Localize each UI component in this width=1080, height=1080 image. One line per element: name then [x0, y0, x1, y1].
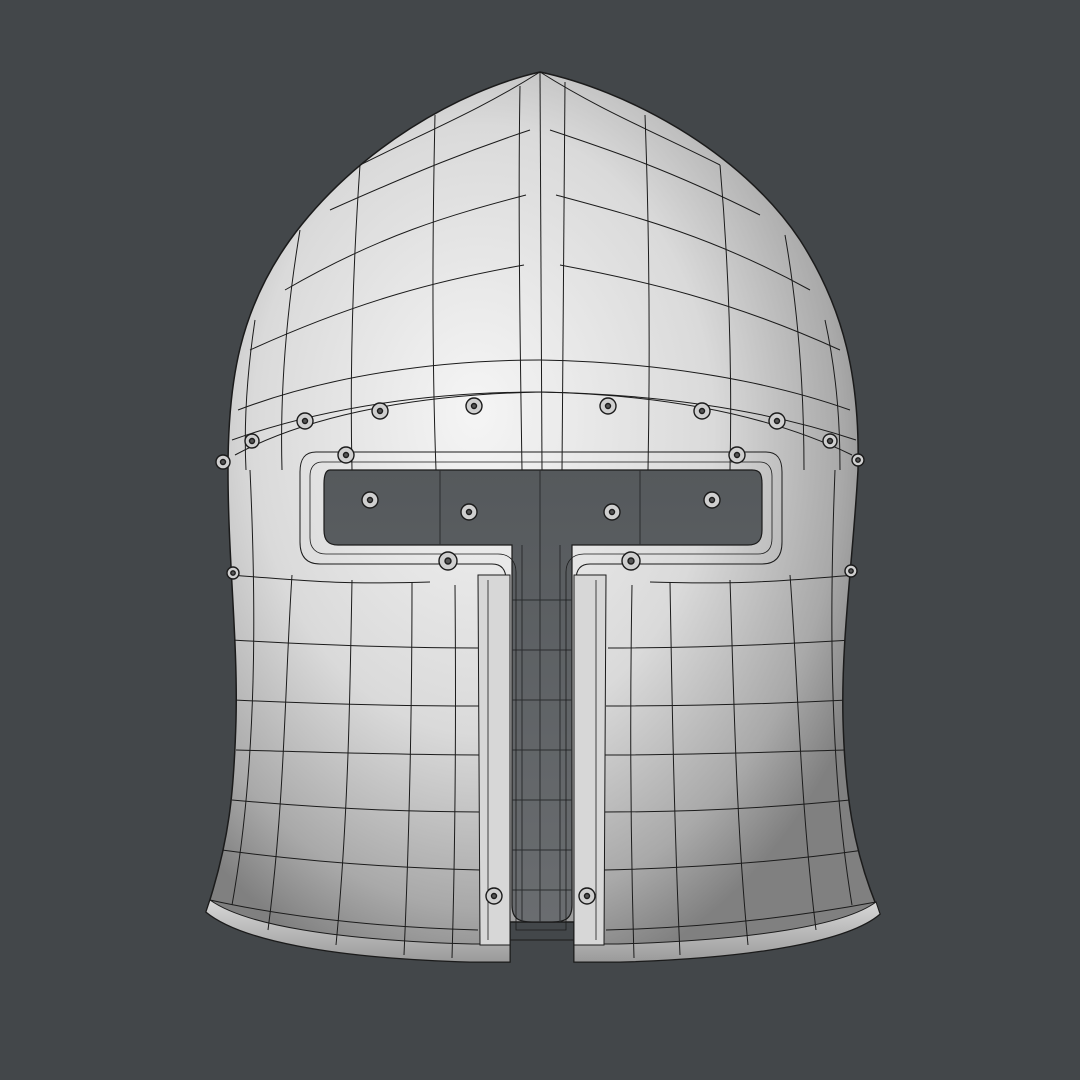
3d-viewport[interactable] — [0, 0, 1080, 1080]
rivet — [621, 551, 641, 571]
rivet — [578, 887, 596, 905]
rivet — [844, 564, 858, 578]
rivet — [244, 433, 260, 449]
rivet — [728, 446, 746, 464]
rivet — [215, 454, 231, 470]
rivet — [337, 446, 355, 464]
rivet — [603, 503, 621, 521]
rivet — [465, 397, 483, 415]
rivet — [599, 397, 617, 415]
rivet — [768, 412, 786, 430]
rivet — [822, 433, 838, 449]
rivet — [226, 566, 240, 580]
rivet — [693, 402, 711, 420]
rivet — [460, 503, 478, 521]
viewport-canvas — [0, 0, 1080, 1080]
rivet — [361, 491, 379, 509]
rivet — [703, 491, 721, 509]
rivet — [485, 887, 503, 905]
rivet — [851, 453, 865, 467]
rivet — [438, 551, 458, 571]
rivet — [371, 402, 389, 420]
rivet — [296, 412, 314, 430]
